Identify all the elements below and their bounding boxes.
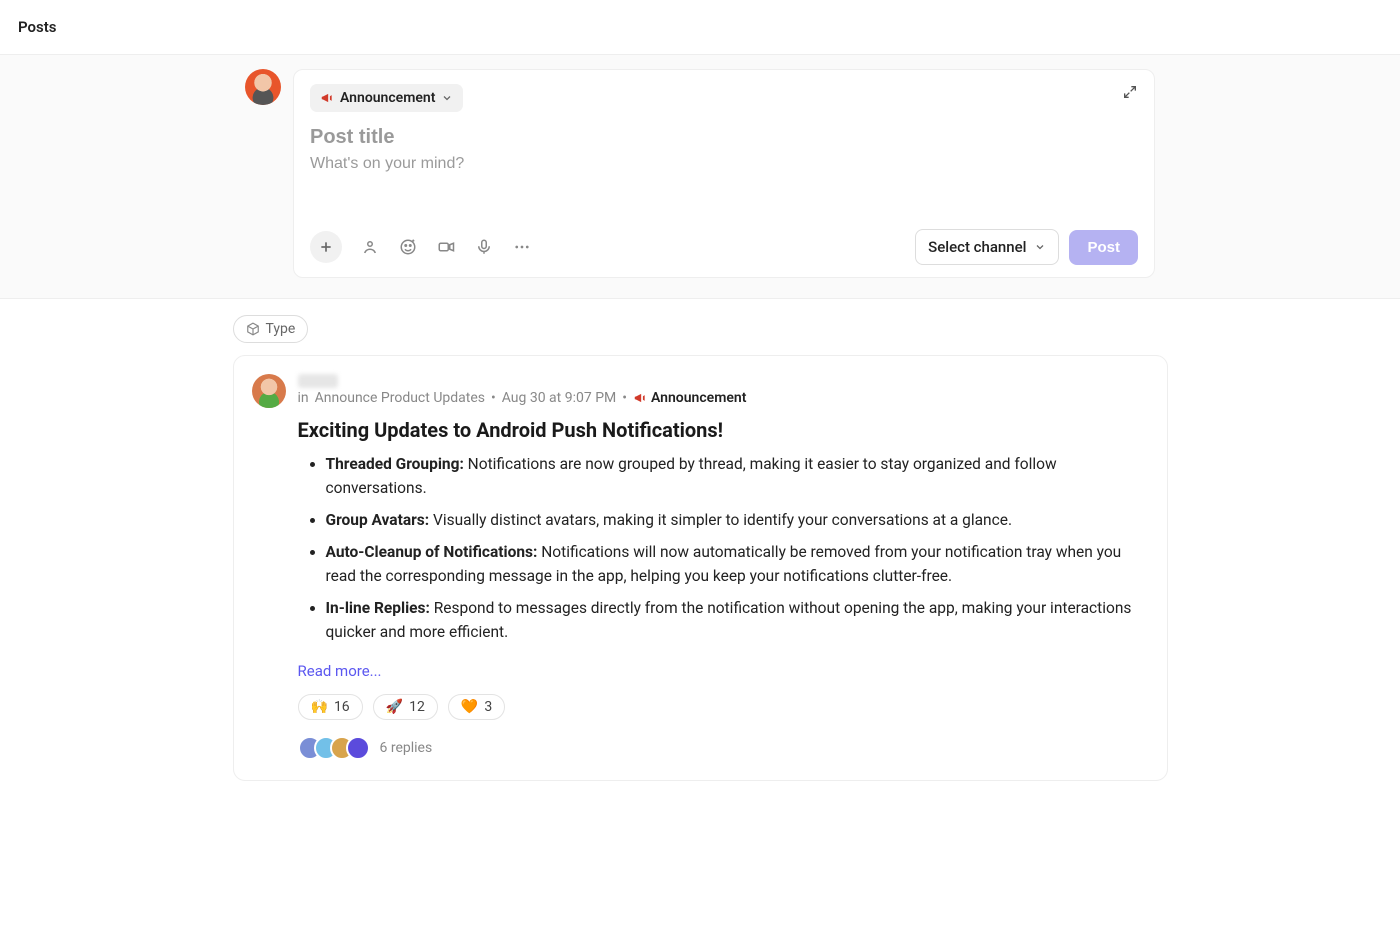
post-button[interactable]: Post <box>1069 230 1138 265</box>
post-tag: Announcement <box>633 390 746 406</box>
reactions-row: 🙌 16 🚀 12 🧡 3 <box>298 694 1149 720</box>
chevron-down-icon <box>441 92 453 104</box>
bullet-text: Respond to messages directly from the no… <box>326 599 1132 641</box>
post-title: Exciting Updates to Android Push Notific… <box>298 418 1149 442</box>
post-body: in Announce Product Updates • Aug 30 at … <box>298 374 1149 760</box>
emoji-icon[interactable] <box>398 237 418 257</box>
expand-icon[interactable] <box>1122 84 1138 100</box>
page-title: Posts <box>18 18 1382 36</box>
post-channel-link[interactable]: Announce Product Updates <box>315 390 485 406</box>
bullet-heading: Auto-Cleanup of Notifications: <box>326 543 538 561</box>
reaction-count: 16 <box>334 699 350 715</box>
post-content: Threaded Grouping: Notifications are now… <box>298 452 1149 644</box>
select-channel-label: Select channel <box>928 238 1026 256</box>
add-attachment-button[interactable] <box>310 231 342 263</box>
type-filter[interactable]: Type <box>233 315 309 343</box>
bullet-heading: Group Avatars: <box>326 511 430 529</box>
post-tag-label: Announcement <box>340 90 435 106</box>
composer-toolbar: Select channel Post <box>310 229 1138 265</box>
megaphone-icon <box>633 391 647 405</box>
replies-count: 6 replies <box>380 740 433 756</box>
microphone-icon[interactable] <box>474 237 494 257</box>
post-bullet: Threaded Grouping: Notifications are now… <box>326 452 1149 500</box>
composer-card: Announcement <box>293 69 1155 278</box>
post-bullet: Group Avatars: Visually distinct avatars… <box>326 508 1149 532</box>
current-user-avatar <box>245 69 281 105</box>
reaction-emoji: 🙌 <box>311 699 328 715</box>
post-meta-line: in Announce Product Updates • Aug 30 at … <box>298 390 1149 406</box>
post-body-input[interactable] <box>310 155 1138 173</box>
reaction-pill[interactable]: 🧡 3 <box>448 694 505 720</box>
meta-sep: • <box>622 390 627 406</box>
post-title-input[interactable] <box>310 126 1138 149</box>
chevron-down-icon <box>1034 241 1046 253</box>
replies-avatar-stack <box>298 736 370 760</box>
post-timestamp: Aug 30 at 9:07 PM <box>502 390 617 406</box>
avatar <box>346 736 370 760</box>
toolbar-right: Select channel Post <box>915 229 1138 265</box>
video-icon[interactable] <box>436 237 456 257</box>
reaction-pill[interactable]: 🚀 12 <box>373 694 438 720</box>
reaction-count: 3 <box>484 699 492 715</box>
author-name-blurred <box>298 374 338 388</box>
in-label: in <box>298 390 309 406</box>
bullet-heading: Threaded Grouping: <box>326 455 464 473</box>
read-more-link[interactable]: Read more... <box>298 662 382 680</box>
meta-sep: • <box>491 390 496 406</box>
cube-icon <box>246 322 260 336</box>
select-channel-dropdown[interactable]: Select channel <box>915 229 1059 265</box>
composer-row: Announcement <box>245 69 1155 278</box>
mention-icon[interactable] <box>360 237 380 257</box>
post-tag-label: Announcement <box>651 390 746 406</box>
more-icon[interactable] <box>512 237 532 257</box>
post-tag-selector[interactable]: Announcement <box>310 84 463 112</box>
type-filter-label: Type <box>266 321 296 337</box>
filter-row: Type <box>233 315 1168 343</box>
bullet-text: Visually distinct avatars, making it sim… <box>429 511 1012 529</box>
reaction-emoji: 🧡 <box>461 699 478 715</box>
reaction-pill[interactable]: 🙌 16 <box>298 694 363 720</box>
reaction-count: 12 <box>409 699 425 715</box>
post-meta: in Announce Product Updates • Aug 30 at … <box>298 374 1149 406</box>
page-header: Posts <box>0 0 1400 55</box>
toolbar-left <box>310 231 532 263</box>
author-avatar <box>252 374 286 408</box>
post-bullet: Auto-Cleanup of Notifications: Notificat… <box>326 540 1149 588</box>
post-card: in Announce Product Updates • Aug 30 at … <box>233 355 1168 781</box>
megaphone-icon <box>320 91 334 105</box>
composer-section: Announcement <box>0 55 1400 299</box>
replies-row[interactable]: 6 replies <box>298 736 1149 760</box>
post-bullet: In-line Replies: Respond to messages dir… <box>326 596 1149 644</box>
feed: in Announce Product Updates • Aug 30 at … <box>233 355 1168 781</box>
bullet-heading: In-line Replies: <box>326 599 430 617</box>
reaction-emoji: 🚀 <box>386 699 403 715</box>
